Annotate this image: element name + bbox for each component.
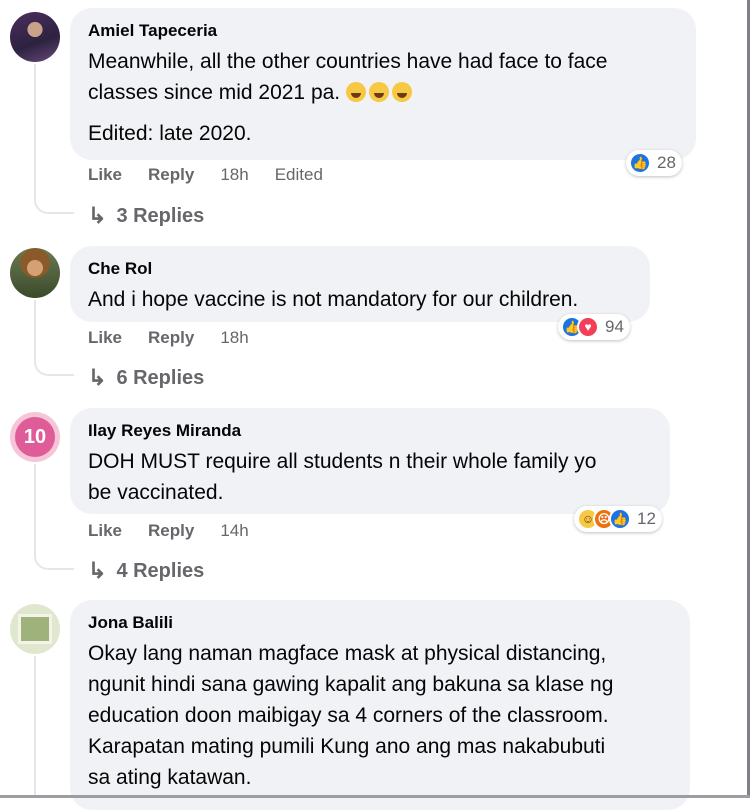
timestamp[interactable]: 18h — [220, 328, 248, 348]
avatar[interactable] — [10, 12, 60, 62]
reaction-count: 12 — [637, 509, 656, 528]
thread-line — [34, 656, 36, 798]
comment-actions: Like Reply 14h — [88, 521, 275, 541]
reaction-summary[interactable]: 👍 ♥ 94 — [558, 314, 630, 340]
comment-bubble: Che Rol And i hope vaccine is not mandat… — [70, 246, 650, 322]
thread-line — [34, 64, 36, 192]
thread-line — [34, 464, 36, 548]
view-replies-button[interactable]: ↳ 3 Replies — [88, 203, 204, 229]
reaction-summary[interactable]: 👍 28 — [626, 150, 682, 176]
comment-author[interactable]: Jona Balili — [88, 612, 672, 634]
comment-author[interactable]: Ilay Reyes Miranda — [88, 420, 652, 442]
edited-label[interactable]: Edited — [275, 165, 323, 185]
avatar[interactable]: 10 — [10, 412, 60, 462]
reply-button[interactable]: Reply — [148, 521, 194, 541]
comment-author[interactable]: Amiel Tapeceria — [88, 20, 678, 42]
comment-line: Okay lang naman magface mask at physical… — [88, 642, 607, 665]
avatar-badge: 10 — [15, 417, 55, 457]
reply-arrow-icon: ↳ — [88, 203, 107, 228]
comment-line: Meanwhile, all the other countries have … — [88, 50, 608, 73]
avatar[interactable] — [10, 248, 60, 298]
like-reaction-icon: 👍 — [609, 508, 631, 530]
comment-line: classes since mid 2021 pa. — [88, 81, 341, 104]
replies-label: 6 Replies — [116, 366, 205, 389]
thread-curve — [34, 354, 74, 376]
reply-button[interactable]: Reply — [148, 165, 194, 185]
comment-line: And i hope vaccine is not mandatory for … — [88, 288, 579, 311]
comment-text: Okay lang naman magface mask at physical… — [88, 638, 672, 793]
comment-bubble: Jona Balili Okay lang naman magface mask… — [70, 600, 690, 810]
comment-line: be vaccinated. — [88, 481, 224, 504]
timestamp[interactable]: 14h — [220, 521, 248, 541]
comment-text: DOH MUST require all students n their wh… — [88, 446, 652, 508]
like-reaction-icon: 👍 — [629, 152, 651, 174]
comment-line: DOH MUST require all students n their wh… — [88, 450, 597, 473]
comment-author[interactable]: Che Rol — [88, 258, 632, 280]
comment-line: education doon maibigay sa 4 corners of … — [88, 704, 609, 727]
reaction-summary[interactable]: ☺ ☹ 👍 12 — [574, 506, 662, 532]
reply-arrow-icon: ↳ — [88, 558, 107, 583]
timestamp[interactable]: 18h — [220, 165, 248, 185]
comment-bubble: Amiel Tapeceria Meanwhile, all the other… — [70, 8, 696, 160]
replies-label: 3 Replies — [116, 204, 205, 227]
comment-text: And i hope vaccine is not mandatory for … — [88, 284, 632, 315]
avatar-image — [18, 614, 52, 644]
like-button[interactable]: Like — [88, 165, 122, 185]
comment-line: ngunit hindi sana gawing kapalit ang bak… — [88, 673, 614, 696]
avatar[interactable] — [10, 604, 60, 654]
love-reaction-icon: ♥ — [577, 316, 599, 338]
reaction-count: 28 — [657, 153, 676, 172]
view-replies-button[interactable]: ↳ 6 Replies — [88, 365, 204, 391]
comment-bubble: Ilay Reyes Miranda DOH MUST require all … — [70, 408, 670, 514]
reply-button[interactable]: Reply — [148, 328, 194, 348]
rolling-laughing-emoji-icon — [345, 81, 415, 104]
comment-text: Meanwhile, all the other countries have … — [88, 46, 678, 149]
like-button[interactable]: Like — [88, 521, 122, 541]
edit-note: Edited: late 2020. — [88, 122, 252, 145]
replies-label: 4 Replies — [116, 559, 205, 582]
comment-actions: Like Reply 18h Edited — [88, 165, 349, 185]
comment-line: Karapatan mating pumili Kung ano ang mas… — [88, 735, 606, 758]
like-button[interactable]: Like — [88, 328, 122, 348]
reaction-count: 94 — [605, 317, 624, 336]
thread-curve — [34, 192, 74, 214]
comment-actions: Like Reply 18h — [88, 328, 275, 348]
reply-arrow-icon: ↳ — [88, 365, 107, 390]
thread-line — [34, 300, 36, 354]
comment-line: sa ating katawan. — [88, 766, 252, 789]
thread-curve — [34, 548, 74, 570]
view-replies-button[interactable]: ↳ 4 Replies — [88, 558, 204, 584]
